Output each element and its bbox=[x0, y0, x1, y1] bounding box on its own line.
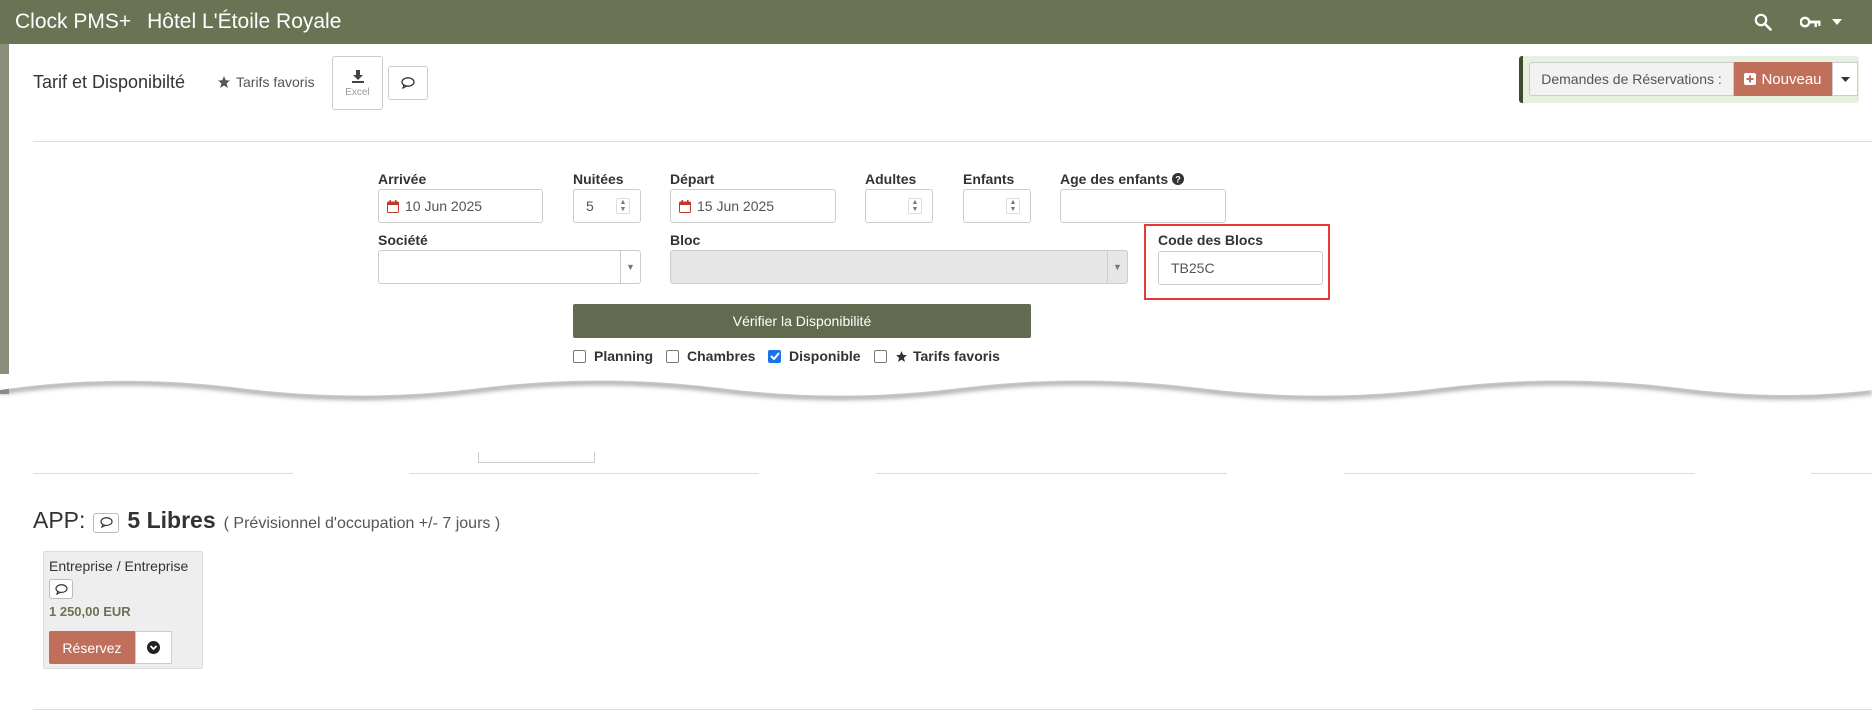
download-icon bbox=[351, 69, 364, 83]
checkbox-label: Planning bbox=[594, 348, 654, 364]
favorites-link[interactable]: Tarifs favoris bbox=[217, 74, 315, 90]
comment-icon bbox=[100, 517, 113, 528]
rate-price: 1 250,00 EUR bbox=[49, 604, 131, 619]
depart-label: Départ bbox=[670, 171, 715, 187]
check-icon bbox=[769, 352, 780, 360]
reserve-button[interactable]: Réservez bbox=[49, 631, 135, 664]
comment-icon bbox=[401, 77, 415, 89]
excel-label: Excel bbox=[345, 86, 370, 98]
societe-select[interactable]: ▼ bbox=[378, 250, 641, 284]
nuitees-label: Nuitées bbox=[573, 171, 624, 187]
reserve-dropdown[interactable] bbox=[135, 631, 172, 664]
divider bbox=[33, 141, 1872, 142]
comment-icon bbox=[54, 583, 68, 595]
societe-label: Société bbox=[378, 232, 428, 248]
new-request-dropdown[interactable] bbox=[1832, 62, 1858, 96]
checkbox-label: Disponible bbox=[789, 348, 861, 364]
checkbox-label: Tarifs favoris bbox=[913, 348, 1000, 364]
age-field[interactable] bbox=[1060, 189, 1226, 223]
comment-button[interactable] bbox=[93, 512, 120, 533]
adultes-field[interactable]: ▲ ▼ bbox=[865, 189, 933, 223]
rate-title: Entreprise / Entreprise bbox=[49, 558, 189, 574]
age-label: Age des enfants bbox=[1060, 171, 1169, 187]
checkbox-label: Chambres bbox=[687, 348, 756, 364]
checkbox-box[interactable] bbox=[874, 349, 887, 363]
arrivee-value: 10 Jun 2025 bbox=[405, 198, 483, 214]
code-blocs-value: TB25C bbox=[1171, 260, 1215, 276]
free-count: 5 Libres bbox=[127, 507, 216, 533]
checkbox-disponible[interactable]: Disponible bbox=[768, 348, 861, 364]
divider bbox=[876, 473, 1227, 474]
comment-button[interactable] bbox=[49, 579, 73, 599]
nuitees-field[interactable]: 5 ▲ ▼ bbox=[573, 189, 641, 223]
checkbox-tarifs-favoris[interactable]: Tarifs favoris bbox=[874, 348, 1000, 364]
chevron-circle-down-icon bbox=[147, 641, 160, 654]
plus-square-icon bbox=[1744, 73, 1757, 85]
room-type-heading: APP: 5 Libres ( Prévisionnel d'occupatio… bbox=[33, 507, 500, 534]
divider bbox=[33, 709, 1872, 710]
adultes-stepper[interactable]: ▲ ▼ bbox=[908, 198, 922, 214]
help-icon: ? bbox=[1172, 173, 1185, 185]
code-blocs-label: Code des Blocs bbox=[1158, 232, 1264, 248]
left-edge bbox=[0, 44, 9, 394]
calendar-icon bbox=[679, 199, 691, 213]
checkbox-box-checked[interactable] bbox=[768, 349, 781, 363]
star-icon bbox=[218, 76, 230, 88]
checkbox-chambres[interactable]: Chambres bbox=[666, 348, 755, 364]
search-icon[interactable] bbox=[1754, 13, 1772, 31]
faded-tab bbox=[478, 452, 595, 463]
reservation-requests-label: Demandes de Réservations : bbox=[1529, 62, 1734, 96]
comment-button[interactable] bbox=[388, 66, 428, 100]
age-label-group: Age des enfants ? bbox=[1060, 171, 1185, 187]
checkbox-planning[interactable]: Planning bbox=[573, 348, 653, 364]
caret-down-icon bbox=[1840, 76, 1850, 82]
rate-card: Entreprise / Entreprise 1 250,00 EUR Rés… bbox=[43, 551, 203, 669]
calendar-icon bbox=[387, 199, 399, 213]
top-icons bbox=[1754, 0, 1842, 44]
svg-text:?: ? bbox=[1175, 175, 1181, 185]
adultes-label: Adultes bbox=[865, 171, 917, 187]
arrivee-label: Arrivée bbox=[378, 171, 427, 187]
top-bar: Clock PMS+ Hôtel L'Étoile Royale bbox=[0, 0, 1872, 44]
checkbox-box[interactable] bbox=[573, 349, 586, 363]
divider bbox=[409, 473, 759, 474]
caret-down-icon bbox=[1832, 19, 1842, 25]
arrivee-field[interactable]: 10 Jun 2025 bbox=[378, 189, 543, 223]
depart-value: 15 Jun 2025 bbox=[697, 198, 775, 214]
enfants-label: Enfants bbox=[963, 171, 1015, 187]
room-type: APP: bbox=[33, 507, 86, 533]
new-request-label: Nouveau bbox=[1761, 70, 1822, 88]
excel-button[interactable]: Excel bbox=[332, 56, 383, 110]
enfants-field[interactable]: ▲ ▼ bbox=[963, 189, 1031, 223]
verify-availability-button[interactable]: Vérifier la Disponibilité bbox=[573, 304, 1031, 338]
enfants-stepper[interactable]: ▲ ▼ bbox=[1006, 198, 1020, 214]
code-blocs-input[interactable]: TB25C bbox=[1158, 251, 1323, 285]
torn-edge bbox=[0, 374, 1872, 400]
favorites-label: Tarifs favoris bbox=[236, 74, 315, 90]
depart-field[interactable]: 15 Jun 2025 bbox=[670, 189, 836, 223]
bloc-label: Bloc bbox=[670, 232, 701, 248]
new-request-button[interactable]: Nouveau bbox=[1734, 62, 1832, 96]
chevron-down-icon: ▼ bbox=[1107, 251, 1127, 283]
brand-name[interactable]: Clock PMS+ bbox=[15, 10, 131, 34]
hotel-name: Hôtel L'Étoile Royale bbox=[147, 10, 342, 33]
divider bbox=[1344, 473, 1695, 474]
divider bbox=[33, 473, 293, 474]
divider bbox=[1811, 473, 1872, 474]
nuitees-stepper[interactable]: ▲ ▼ bbox=[616, 198, 630, 214]
forecast-link[interactable]: ( Prévisionnel d'occupation +/- 7 jours … bbox=[224, 515, 501, 533]
checkbox-box[interactable] bbox=[666, 349, 679, 363]
page-title: Tarif et Disponibilté bbox=[33, 72, 186, 92]
key-icon[interactable] bbox=[1800, 15, 1842, 29]
star-icon bbox=[896, 350, 907, 362]
bloc-select[interactable]: ▼ bbox=[670, 250, 1128, 284]
chevron-down-icon: ▼ bbox=[620, 251, 640, 283]
nuitees-value: 5 bbox=[586, 198, 594, 214]
